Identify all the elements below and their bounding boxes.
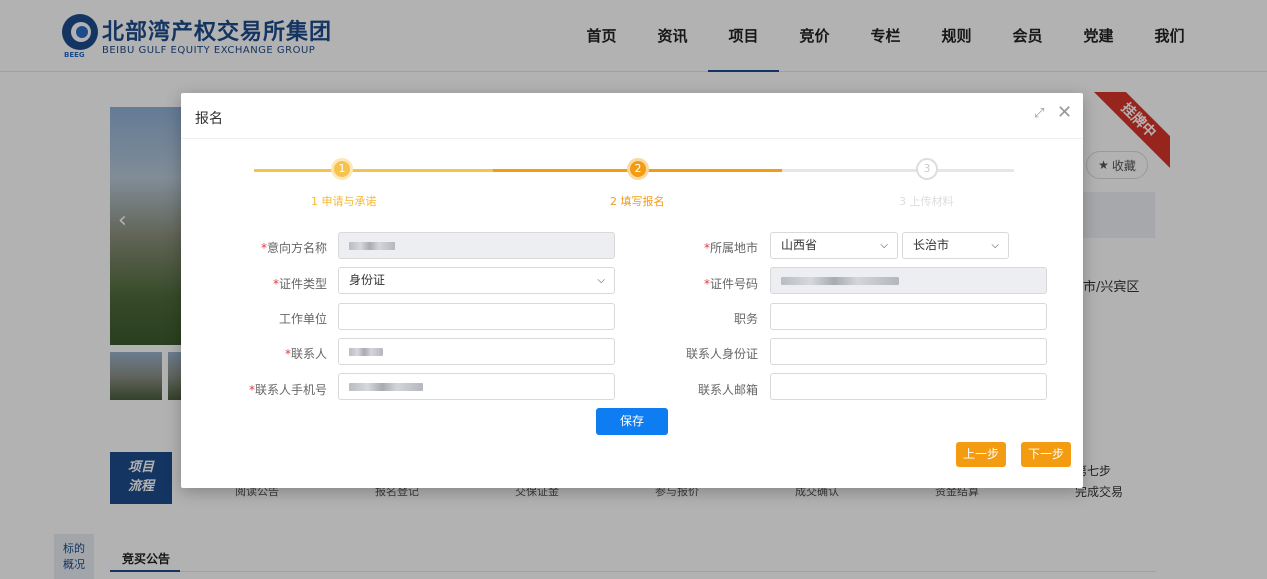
cert-type-label: *证件类型	[272, 277, 327, 291]
cert-no-input[interactable]	[770, 267, 1047, 294]
step-3-label: 3 上传材料	[899, 195, 954, 208]
contact-email-label: 联系人邮箱	[697, 383, 758, 397]
prev-step-button[interactable]: 上一步	[956, 442, 1006, 467]
contact-phone-input[interactable]	[338, 373, 615, 400]
modal-header: 报名 ⤢ ✕	[181, 93, 1083, 139]
city-select[interactable]: 长治市 ⌵	[902, 232, 1009, 259]
step-3-circle: 3	[916, 158, 938, 180]
next-step-button[interactable]: 下一步	[1021, 442, 1071, 467]
contact-id-label: 联系人身份证	[685, 347, 758, 361]
cert-type-select[interactable]: 身份证 ⌵	[338, 267, 615, 294]
modal-title: 报名	[195, 111, 223, 127]
contact-email-input[interactable]	[770, 373, 1047, 400]
province-select[interactable]: 山西省 ⌵	[770, 232, 898, 259]
position-label: 职务	[733, 312, 758, 326]
chevron-down-icon: ⌵	[880, 240, 888, 251]
save-button[interactable]: 保存	[596, 408, 668, 435]
chevron-down-icon: ⌵	[597, 275, 605, 286]
registration-modal: 报名 ⤢ ✕ 1 2 3 1 申请与承诺 2 填写报名 3 上传材料 *意向方名…	[181, 93, 1083, 488]
intent-name-label: *意向方名称	[260, 241, 327, 255]
region-label: *所属地市	[703, 241, 758, 255]
chevron-down-icon: ⌵	[991, 240, 999, 251]
contact-phone-label: *联系人手机号	[248, 383, 327, 397]
work-unit-input[interactable]	[338, 303, 615, 330]
position-input[interactable]	[770, 303, 1047, 330]
work-unit-label: 工作单位	[278, 312, 327, 326]
contact-input[interactable]	[338, 338, 615, 365]
contact-label: *联系人	[284, 347, 327, 361]
close-icon[interactable]: ✕	[1057, 102, 1072, 123]
steps-progress-done	[254, 169, 493, 172]
step-1-label: 1 申请与承诺	[311, 195, 377, 208]
expand-icon[interactable]: ⤢	[1034, 106, 1044, 121]
logo-tag: BEEG	[64, 51, 85, 59]
step-2-label: 2 填写报名	[610, 195, 665, 208]
cert-no-label: *证件号码	[703, 277, 758, 291]
step-1-circle: 1	[331, 158, 353, 180]
step-2-circle: 2	[627, 158, 649, 180]
contact-id-input[interactable]	[770, 338, 1047, 365]
intent-name-input[interactable]	[338, 232, 615, 259]
